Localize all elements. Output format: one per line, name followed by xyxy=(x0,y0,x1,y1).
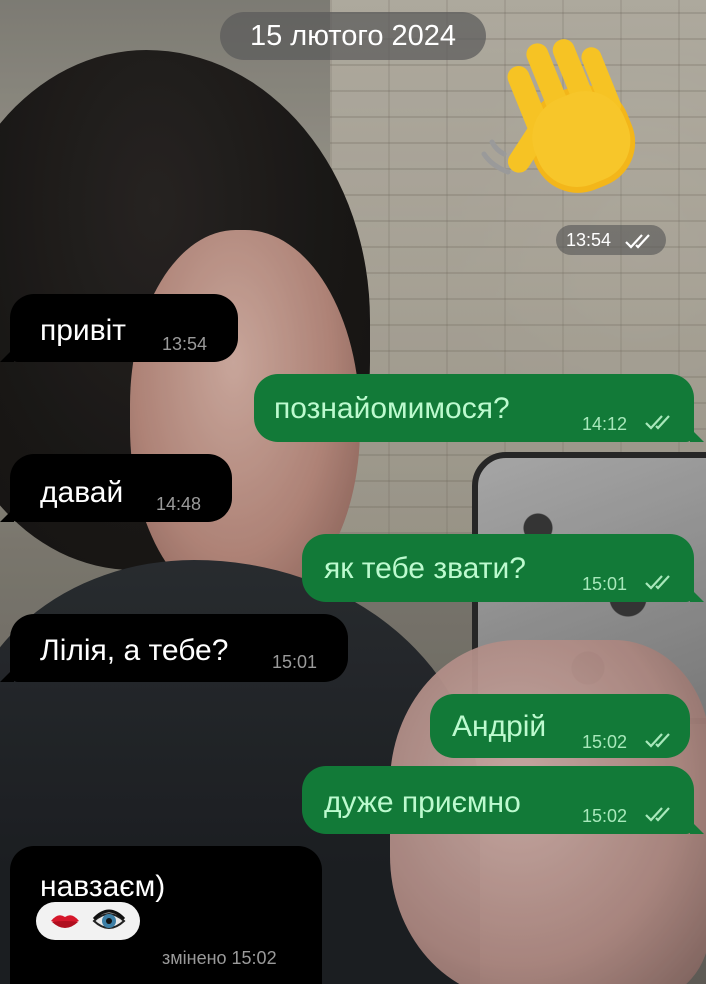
read-double-check-icon xyxy=(645,575,670,590)
waving-hand-sticker[interactable] xyxy=(472,32,662,217)
message-time: 14:48 xyxy=(156,494,202,514)
read-double-check-icon xyxy=(645,807,670,822)
message-outgoing[interactable]: познайомимося? 14:12 xyxy=(254,374,704,442)
eye-icon[interactable] xyxy=(92,904,126,938)
message-time: 15:01 xyxy=(582,574,628,594)
message-time: змінено 15:02 xyxy=(162,948,277,968)
message-time: 14:12 xyxy=(582,414,628,434)
message-time: 13:54 xyxy=(162,334,208,354)
message-outgoing[interactable]: Андрій 15:02 xyxy=(430,694,690,758)
message-time: 15:01 xyxy=(272,652,318,672)
message-outgoing[interactable]: як тебе звати? 15:01 xyxy=(302,534,704,602)
message-text: навзаєм) xyxy=(40,870,166,903)
sticker-time: 13:54 xyxy=(556,225,666,255)
message-time: 15:02 xyxy=(582,732,628,752)
message-text: Андрій xyxy=(452,710,547,743)
read-double-check-icon xyxy=(645,733,670,748)
read-double-check-icon xyxy=(645,415,670,430)
message-time: 15:02 xyxy=(582,806,628,826)
message-text: Лілія, а тебе? xyxy=(40,634,229,667)
message-incoming[interactable]: Лілія, а тебе? 15:01 xyxy=(0,614,348,682)
message-reactions[interactable] xyxy=(36,902,140,940)
date-separator: 15 лютого 2024 xyxy=(220,12,486,60)
message-outgoing[interactable]: дуже приємно 15:02 xyxy=(302,766,704,834)
message-text: привіт xyxy=(40,314,127,347)
message-incoming[interactable]: навзаєм) змінено 15:02 xyxy=(10,846,322,984)
read-double-check-icon xyxy=(625,234,650,249)
message-text: давай xyxy=(40,476,124,509)
message-text: дуже приємно xyxy=(324,786,521,819)
kiss-mark-icon[interactable] xyxy=(48,904,82,938)
message-incoming[interactable]: давай 14:48 xyxy=(0,454,232,522)
message-text: як тебе звати? xyxy=(324,552,526,585)
message-incoming[interactable]: привіт 13:54 xyxy=(0,294,238,362)
message-text: познайомимося? xyxy=(274,392,510,425)
